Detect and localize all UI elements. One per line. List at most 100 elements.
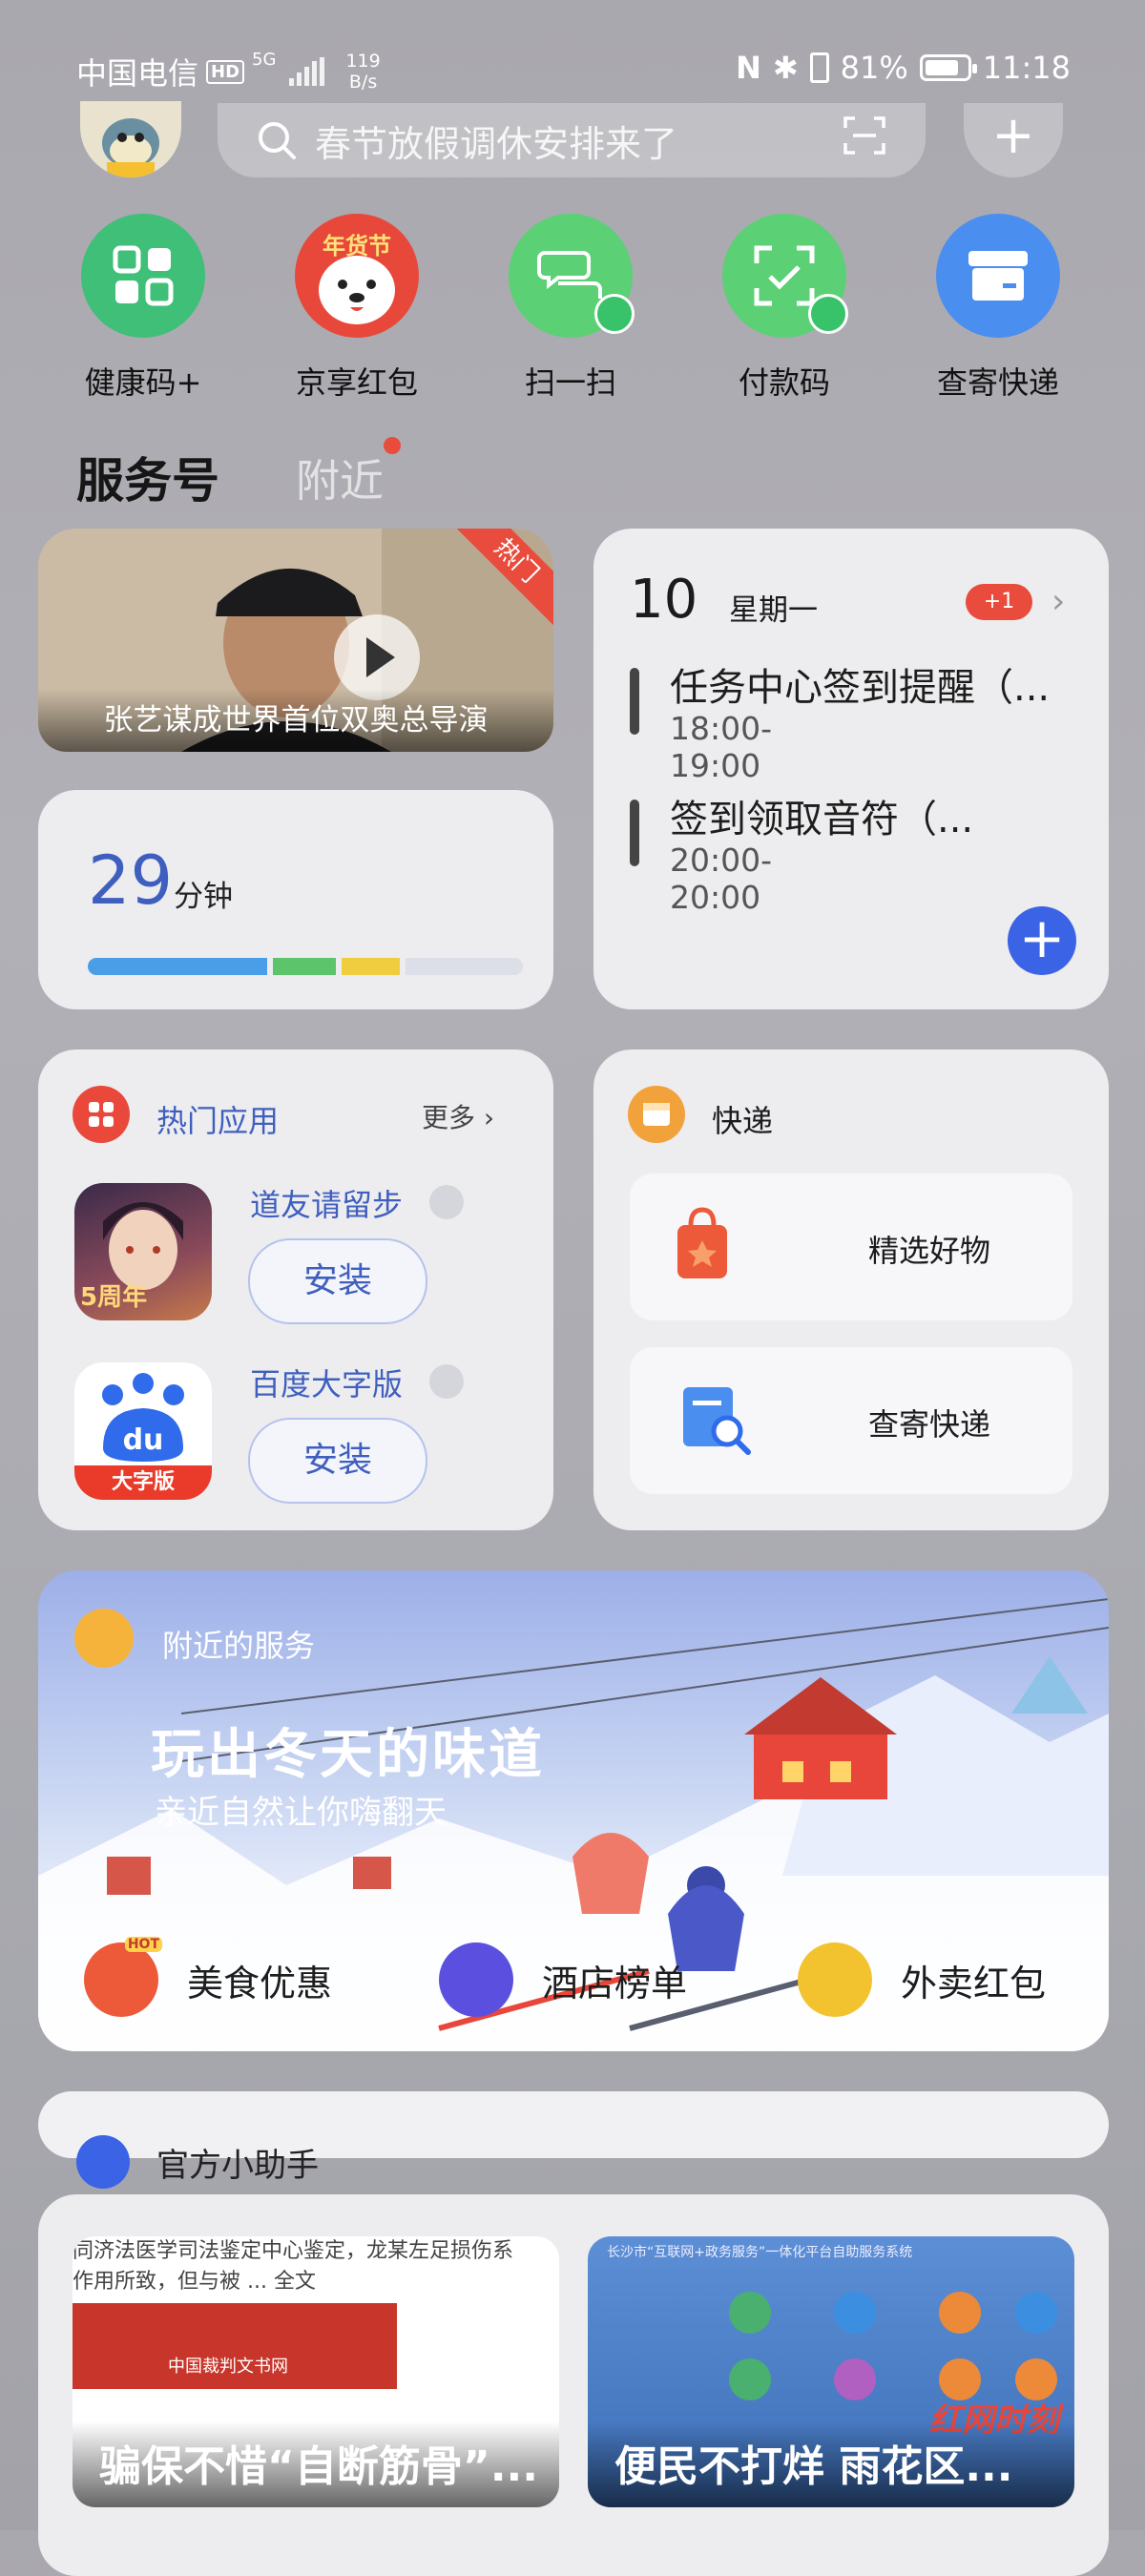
box-icon bbox=[628, 1086, 685, 1143]
service-label: 外卖红包 bbox=[901, 1962, 1047, 2005]
hot-tag: HOT bbox=[124, 1937, 162, 1952]
scan-icon[interactable] bbox=[842, 113, 887, 158]
express-item-goods[interactable]: 精选好物 bbox=[630, 1174, 1072, 1320]
net-speed-value: 119 bbox=[345, 51, 381, 72]
hot-video-card[interactable]: 热门 张艺谋成世界首位双奥总导演 bbox=[38, 529, 553, 752]
service-delivery-redpacket[interactable]: 外卖红包 bbox=[798, 1942, 1046, 2017]
quick-app-label: 健康码+ bbox=[84, 364, 202, 401]
screen-time-card[interactable]: 29 分钟 bbox=[38, 790, 553, 1009]
event-title: 任务中心签到提醒（... bbox=[670, 666, 1051, 710]
service-label: 酒店榜单 bbox=[542, 1962, 688, 2005]
calendar-weekday: 星期一 bbox=[729, 593, 818, 628]
tab-services[interactable]: 服务号 bbox=[76, 443, 219, 511]
hot-apps-card: 热门应用 更多 › 5周年 道友请留步 安装 du 大字版 百度大字版 安装 bbox=[38, 1049, 553, 1530]
chevron-right-icon[interactable]: › bbox=[1051, 582, 1065, 621]
battery-icon bbox=[919, 54, 977, 81]
nfc-icon: N bbox=[736, 50, 761, 86]
express-item-track[interactable]: 查寄快递 bbox=[630, 1347, 1072, 1494]
search-icon bbox=[259, 122, 296, 159]
bluetooth-icon: ✱ bbox=[772, 50, 799, 86]
official-assistant-card[interactable]: 官方小助手 bbox=[38, 2091, 1109, 2189]
app-icon-label: 5周年 bbox=[80, 1283, 148, 1312]
location-pin-icon bbox=[74, 1609, 134, 1668]
scooter-icon bbox=[798, 1942, 872, 2017]
carrier-label: 中国电信 bbox=[76, 55, 199, 92]
express-title: 快递 bbox=[712, 1103, 774, 1139]
news-item[interactable]: 长沙市“互联网+政务服务”一体化平台自助服务系统 红网时刻 便民不打烊 雨花区.… bbox=[588, 2236, 1074, 2507]
quick-app-express[interactable]: 查寄快递 bbox=[912, 214, 1084, 403]
network-type: 5G bbox=[252, 50, 277, 70]
usage-bar-segment bbox=[342, 958, 400, 975]
scan-chat-icon bbox=[509, 214, 635, 338]
add-event-button[interactable]: + bbox=[1008, 906, 1076, 975]
event-title: 签到领取音符（... bbox=[670, 798, 974, 841]
health-code-icon bbox=[81, 214, 205, 338]
app-icon-label: du bbox=[122, 1423, 164, 1457]
time-value: 29 bbox=[88, 841, 174, 920]
event-marker bbox=[630, 668, 639, 735]
quick-app-scan[interactable]: 扫一扫 bbox=[485, 214, 656, 403]
usage-bar-segment bbox=[88, 958, 267, 975]
hd-icon: HD bbox=[206, 59, 245, 84]
video-caption: 张艺谋成世界首位双奥总导演 bbox=[38, 689, 553, 752]
app-icon-sub: 大字版 bbox=[74, 1465, 212, 1500]
pay-scan-icon bbox=[722, 214, 848, 338]
battery-percent: 81% bbox=[840, 50, 908, 86]
event-marker bbox=[630, 800, 639, 866]
assistant-icon bbox=[76, 2135, 130, 2189]
app-name: 道友请留步 bbox=[250, 1187, 404, 1223]
food-icon: HOT bbox=[84, 1937, 162, 2017]
quick-app-label: 查寄快递 bbox=[936, 364, 1059, 401]
assistant-label: 官方小助手 bbox=[156, 2147, 319, 2185]
package-icon bbox=[936, 214, 1060, 338]
quick-app-jd-redpacket[interactable]: 年货节 京享红包 bbox=[271, 214, 443, 403]
service-label: 美食优惠 bbox=[187, 1962, 333, 2005]
app-icon-baidu[interactable]: du 大字版 bbox=[74, 1362, 212, 1500]
shopping-bag-icon bbox=[677, 1207, 727, 1278]
doc-title: 中国裁判文书网 bbox=[168, 2357, 288, 2377]
quick-app-label: 京享红包 bbox=[295, 364, 418, 401]
tab-nearby[interactable]: 附近 bbox=[296, 447, 384, 509]
app-icon-daoyou[interactable]: 5周年 bbox=[74, 1183, 212, 1320]
news-caption: 便民不打烊 雨花区... bbox=[588, 2421, 1074, 2507]
time-unit: 分钟 bbox=[174, 880, 233, 914]
news-item[interactable]: 同济法医学司法鉴定中心鉴定，龙某左足损伤系 作用所致，但与被 ... 全文 中国… bbox=[73, 2236, 559, 2507]
status-bar: 中国电信 HD 5G 119 B/s N ✱ 81% 11:18 bbox=[0, 0, 1145, 105]
add-button[interactable]: + bbox=[964, 103, 1063, 177]
signal-icon bbox=[289, 57, 325, 86]
play-icon[interactable] bbox=[334, 614, 420, 700]
quick-app-label: 付款码 bbox=[738, 364, 830, 401]
user-avatar[interactable] bbox=[80, 101, 181, 177]
calendar-card[interactable]: 10 星期一 +1 › 任务中心签到提醒（... 18:00-19:00 签到领… bbox=[593, 529, 1109, 1009]
event-time: 20:00-20:00 bbox=[670, 841, 773, 916]
service-hotel-ranking[interactable]: 酒店榜单 bbox=[439, 1942, 687, 2017]
event-count-badge: +1 bbox=[966, 584, 1032, 620]
service-food-deals[interactable]: HOT 美食优惠 bbox=[84, 1937, 333, 2017]
app-name: 百度大字版 bbox=[250, 1366, 404, 1402]
doc-banner: 中国裁判文书网 bbox=[73, 2303, 397, 2389]
event-time: 18:00-19:00 bbox=[670, 710, 773, 784]
express-item-label: 精选好物 bbox=[868, 1233, 991, 1269]
notification-dot bbox=[384, 437, 401, 454]
quick-app-label: 扫一扫 bbox=[524, 364, 616, 401]
news-card: 同济法医学司法鉴定中心鉴定，龙某左足损伤系 作用所致，但与被 ... 全文 中国… bbox=[38, 2194, 1109, 2576]
download-icon bbox=[429, 1185, 464, 1219]
express-item-label: 查寄快递 bbox=[868, 1406, 991, 1443]
search-bar[interactable]: 春节放假调休安排来了 bbox=[218, 103, 926, 177]
calendar-day: 10 bbox=[630, 569, 698, 631]
quick-app-pay-code[interactable]: 付款码 bbox=[698, 214, 870, 403]
usage-bar-segment bbox=[406, 958, 523, 975]
quick-app-health-code[interactable]: 健康码+ bbox=[57, 214, 229, 403]
badge-text: 年货节 bbox=[323, 233, 391, 260]
nearby-services-banner[interactable]: 附近的服务 玩出冬天的味道 亲近自然让你嗨翻天 HOT 美食优惠 酒店榜单 外卖… bbox=[38, 1570, 1109, 2051]
banner-subline: 亲近自然让你嗨翻天 bbox=[155, 1794, 447, 1832]
more-link[interactable]: 更多 › bbox=[422, 1097, 494, 1135]
usage-bar-segment bbox=[273, 958, 336, 975]
install-button[interactable]: 安装 bbox=[248, 1238, 427, 1324]
install-button[interactable]: 安装 bbox=[248, 1418, 427, 1504]
hot-apps-title: 热门应用 bbox=[156, 1103, 280, 1139]
news-snippet: 同济法医学司法鉴定中心鉴定，龙某左足损伤系 作用所致，但与被 ... 全文 bbox=[73, 2239, 514, 2294]
banner-headline: 玩出冬天的味道 bbox=[151, 1724, 545, 1786]
jd-dog-icon: 年货节 bbox=[295, 214, 419, 338]
net-speed: 119 B/s bbox=[345, 51, 380, 93]
